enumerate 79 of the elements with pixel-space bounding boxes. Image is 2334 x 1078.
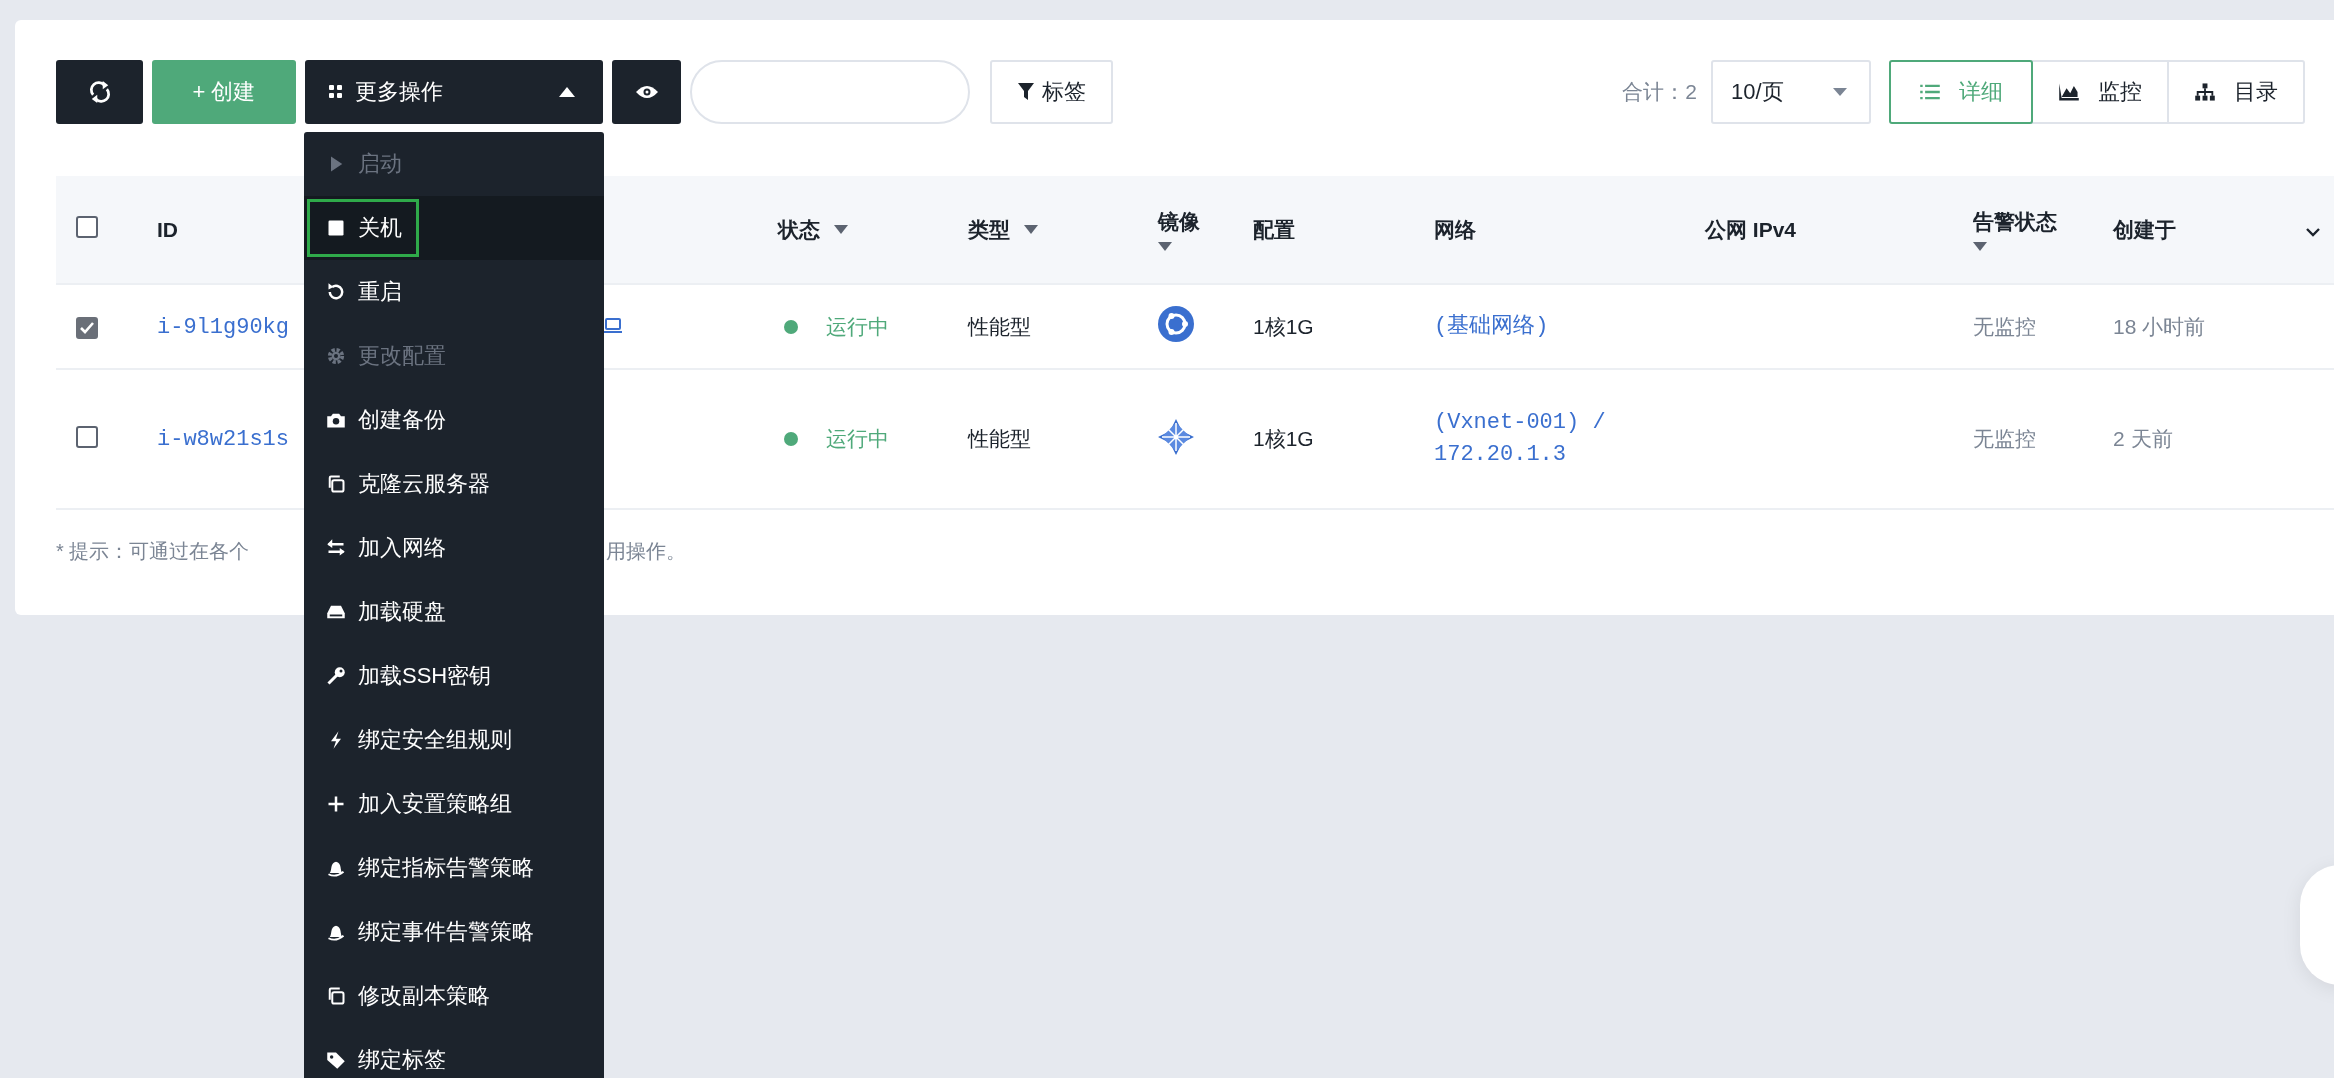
- caret-icon: [559, 87, 575, 97]
- column-header: 状态: [778, 216, 820, 243]
- status-dot: [784, 432, 798, 446]
- caret-icon[interactable]: [1973, 242, 1987, 251]
- row-checkbox[interactable]: [76, 425, 98, 448]
- page-size-select[interactable]: 10/页: [1711, 60, 1871, 124]
- type-text: 性能型: [968, 427, 1031, 450]
- monitor-icon[interactable]: [604, 317, 622, 334]
- caret-icon[interactable]: [1158, 242, 1172, 251]
- check-icon: [80, 321, 94, 334]
- tag-icon: [326, 1050, 346, 1070]
- status-text: 运行中: [826, 314, 889, 338]
- tree-icon: [2194, 82, 2216, 102]
- view-tab[interactable]: 监控: [2031, 60, 2169, 124]
- created-time-text: 2 天前: [2113, 427, 2173, 450]
- swap-icon: [326, 538, 346, 558]
- menu-item[interactable]: 克隆云服务器: [304, 452, 604, 516]
- network-link[interactable]: (基础网络): [1434, 310, 1634, 343]
- menu-item[interactable]: 绑定指标告警策略: [304, 836, 604, 900]
- menu-item[interactable]: 加入网络: [304, 516, 604, 580]
- menu-item[interactable]: 绑定安全组规则: [304, 708, 604, 772]
- refresh-icon: [88, 81, 111, 103]
- column-header: 类型: [968, 216, 1010, 243]
- menu-item[interactable]: 绑定事件告警策略: [304, 900, 604, 964]
- key-icon: [326, 666, 346, 686]
- select-all-checkbox[interactable]: [76, 216, 98, 238]
- column-header: 配置: [1253, 216, 1295, 243]
- menu-item[interactable]: 关机: [304, 196, 604, 260]
- filter-icon: [1017, 83, 1034, 101]
- tag-filter-button[interactable]: 标签: [990, 60, 1113, 124]
- status-dot: [784, 319, 798, 334]
- grid-icon: [329, 85, 343, 99]
- status-text: 运行中: [826, 427, 889, 450]
- instance-id-link[interactable]: i-9l1g90kg: [157, 314, 290, 340]
- alarm-status-text: 无监控: [1973, 427, 2036, 450]
- search-field[interactable]: [690, 60, 970, 124]
- menu-item[interactable]: 加入安置策略组: [304, 772, 604, 836]
- list-icon: [1919, 82, 1941, 102]
- type-text: 性能型: [968, 314, 1031, 338]
- eye-button[interactable]: [612, 60, 681, 124]
- eye-icon: [635, 85, 658, 99]
- caret-icon[interactable]: [1024, 225, 1038, 234]
- menu-item[interactable]: 绑定标签: [304, 1028, 604, 1078]
- column-header: 创建于: [2113, 216, 2176, 243]
- alarm-status-text: 无监控: [1973, 314, 2036, 338]
- total-count: 合计：2: [1622, 79, 1697, 105]
- column-header: 网络: [1434, 216, 1476, 243]
- caret-icon[interactable]: [834, 225, 848, 234]
- menu-item[interactable]: 加载SSH密钥: [304, 644, 604, 708]
- config-text: 1核1G: [1253, 427, 1314, 450]
- stop-icon: [326, 218, 346, 238]
- restart-icon: [326, 282, 346, 302]
- plus-icon: [326, 794, 346, 814]
- row-checkbox[interactable]: [76, 316, 98, 339]
- menu-item[interactable]: 加载硬盘: [304, 580, 604, 644]
- column-header: 告警状态: [1973, 209, 2057, 235]
- hint-text: * 提示：可通过在各个: [56, 539, 251, 564]
- view-tab[interactable]: 目录: [2167, 60, 2305, 124]
- copy-icon: [326, 986, 346, 1006]
- gear-icon: [326, 346, 346, 366]
- copy-icon: [326, 474, 346, 494]
- flake-logo-icon: [1158, 418, 1194, 455]
- instance-id-link[interactable]: i-w8w21s1s: [157, 427, 290, 452]
- refresh-button[interactable]: [56, 60, 143, 124]
- config-text: 1核1G: [1253, 314, 1314, 338]
- caret-icon: [1833, 88, 1847, 96]
- ring-logo-icon: [1158, 306, 1194, 342]
- menu-item[interactable]: 创建备份: [304, 388, 604, 452]
- menu-item[interactable]: 修改副本策略: [304, 964, 604, 1028]
- more-actions-button[interactable]: 更多操作: [305, 60, 603, 124]
- menu-item[interactable]: 重启: [304, 260, 604, 324]
- chevron-icon[interactable]: [2305, 226, 2321, 237]
- column-header: ID: [157, 217, 178, 242]
- created-time-text: 18 小时前: [2113, 314, 2206, 338]
- column-header: 公网 IPv4: [1705, 216, 1797, 243]
- column-header: 镜像: [1158, 209, 1200, 235]
- network-link[interactable]: (Vxnet-001) / 172.20.1.3: [1434, 407, 1634, 471]
- hint-text: 用操作。: [606, 539, 686, 564]
- area-icon: [2058, 82, 2080, 102]
